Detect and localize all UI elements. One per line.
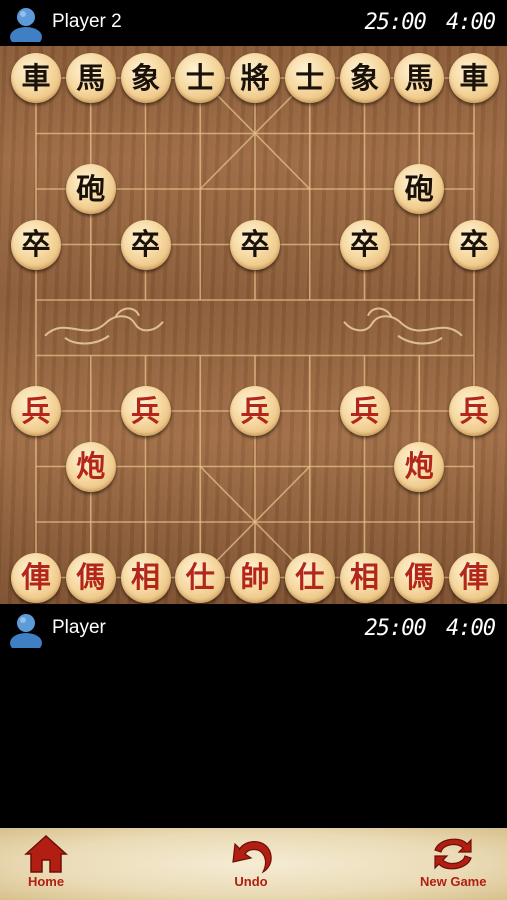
black-soldier-piece[interactable]: 卒 (120, 219, 171, 270)
bottom-player-bar: Player 25:00 4:00 (0, 606, 507, 652)
black-piece[interactable]: 車 (11, 53, 61, 103)
red-piece[interactable]: 仕 (175, 552, 226, 603)
top-player-total-timer: 25:00 (364, 10, 427, 35)
black-piece[interactable]: 車 (449, 53, 499, 103)
black-piece[interactable]: 士 (175, 53, 226, 103)
undo-icon (232, 841, 272, 874)
black-soldier-piece[interactable]: 卒 (449, 219, 499, 270)
black-cannon-piece[interactable]: 砲 (65, 164, 116, 214)
black-piece[interactable]: 馬 (394, 53, 445, 103)
bottom-player-name: Player (52, 617, 106, 638)
bottom-player-move-timer: 4:00 (446, 616, 496, 641)
black-soldier-piece[interactable]: 卒 (339, 219, 390, 270)
xiangqi-board[interactable]: 車馬象士將士象馬車砲砲卒卒卒卒卒兵兵兵兵兵炮炮俥傌相仕帥仕相傌俥 (0, 46, 507, 604)
black-piece[interactable]: 象 (120, 53, 171, 103)
black-piece[interactable]: 馬 (65, 53, 116, 103)
red-piece[interactable]: 仕 (284, 552, 335, 603)
black-piece[interactable]: 士 (284, 53, 335, 103)
new-game-button[interactable]: New Game (420, 832, 486, 889)
home-label: Home (27, 874, 65, 889)
new-game-icon (434, 838, 472, 870)
red-soldier-piece[interactable]: 兵 (120, 386, 171, 436)
board-grid (35, 77, 475, 579)
black-soldier-piece[interactable]: 卒 (11, 219, 61, 270)
bottom-toolbar: Home Undo New Game (0, 828, 507, 900)
red-piece[interactable]: 俥 (11, 552, 61, 603)
home-button[interactable]: Home (20, 832, 72, 889)
bottom-player-total-timer: 25:00 (364, 616, 427, 641)
undo-button[interactable]: Undo (225, 832, 277, 889)
red-piece[interactable]: 帥 (230, 552, 280, 603)
top-player-name: Player 2 (52, 11, 122, 32)
black-soldier-piece[interactable]: 卒 (230, 219, 280, 270)
home-icon (24, 834, 68, 873)
new-game-label: New Game (420, 874, 487, 889)
top-player-timers: 25:00 4:00 (364, 10, 496, 35)
user-avatar-icon (10, 614, 42, 648)
red-piece[interactable]: 傌 (394, 552, 445, 603)
black-cannon-piece[interactable]: 砲 (394, 164, 445, 214)
user-avatar-icon (10, 8, 42, 42)
black-piece[interactable]: 象 (339, 53, 390, 103)
red-piece[interactable]: 俥 (449, 552, 499, 603)
red-cannon-piece[interactable]: 炮 (394, 441, 445, 492)
bottom-player-timers: 25:00 4:00 (364, 616, 496, 641)
red-soldier-piece[interactable]: 兵 (230, 386, 280, 436)
empty-area (0, 652, 507, 828)
black-piece[interactable]: 將 (230, 53, 280, 103)
top-player-move-timer: 4:00 (446, 10, 496, 35)
undo-label: Undo (234, 874, 268, 889)
red-soldier-piece[interactable]: 兵 (339, 386, 390, 436)
red-cannon-piece[interactable]: 炮 (65, 441, 116, 492)
top-player-bar: Player 2 25:00 4:00 (0, 0, 507, 46)
red-soldier-piece[interactable]: 兵 (449, 386, 499, 436)
red-piece[interactable]: 傌 (65, 552, 116, 603)
red-soldier-piece[interactable]: 兵 (11, 386, 61, 436)
red-piece[interactable]: 相 (339, 552, 390, 603)
red-piece[interactable]: 相 (120, 552, 171, 603)
